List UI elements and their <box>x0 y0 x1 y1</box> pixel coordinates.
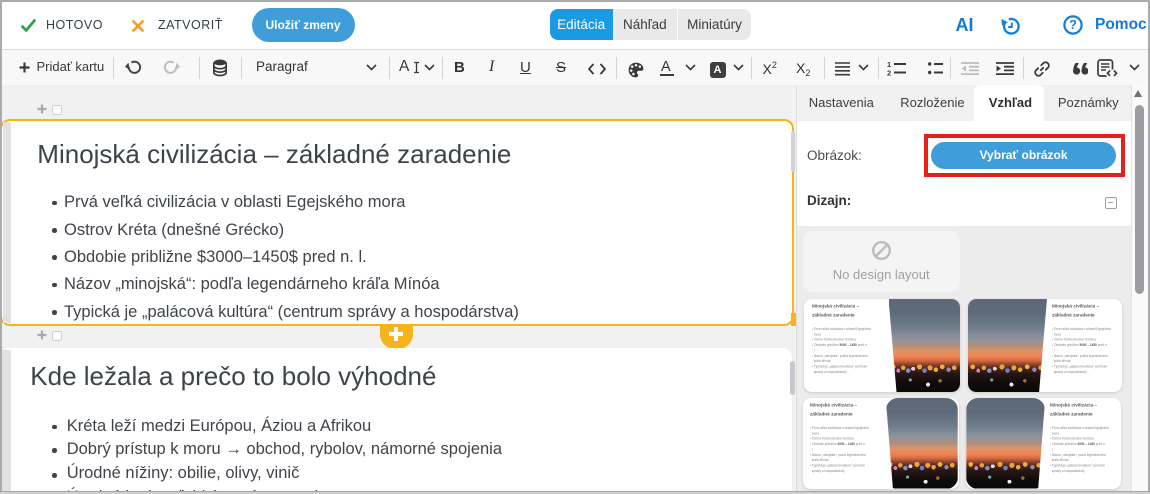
svg-text:2: 2 <box>887 68 891 76</box>
svg-text:?: ? <box>1069 18 1077 32</box>
